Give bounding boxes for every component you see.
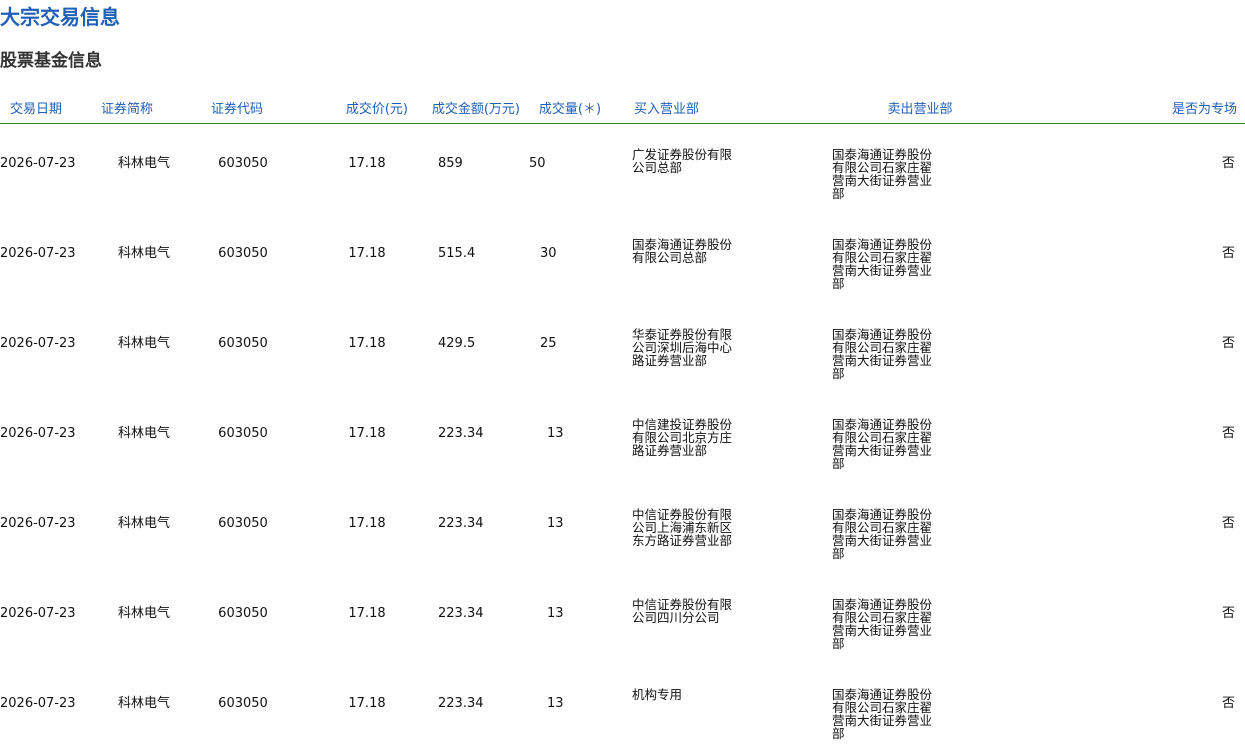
cell-amount: 223.34 bbox=[438, 696, 484, 711]
cell-volume: 13 bbox=[547, 696, 564, 711]
section-title: 股票基金信息 bbox=[0, 51, 102, 71]
cell-price: 17.18 bbox=[348, 426, 386, 441]
cell-code: 603050 bbox=[218, 246, 268, 261]
header-seller[interactable]: 卖出营业部 bbox=[820, 92, 1020, 124]
cell-special: 否 bbox=[1221, 246, 1235, 261]
cell-name: 科林电气 bbox=[117, 516, 170, 531]
cell-special: 否 bbox=[1221, 426, 1235, 441]
table-row: 2026-07-23 科林电气 603050 17.18 515.4 30 国泰… bbox=[0, 214, 1245, 304]
header-code[interactable]: 证券代码 bbox=[182, 92, 292, 124]
cell-name: 科林电气 bbox=[117, 246, 170, 261]
header-price[interactable]: 成交价(元) bbox=[292, 92, 408, 124]
cell-special: 否 bbox=[1221, 516, 1235, 531]
cell-seller: 国泰海通证券股份有限公司石家庄翟营南大街证券营业部 bbox=[832, 237, 933, 291]
cell-price: 17.18 bbox=[348, 516, 386, 531]
cell-buyer: 国泰海通证券股份有限公司总部 bbox=[632, 237, 733, 265]
table-row: 2026-07-23 科林电气 603050 17.18 859 50 广发证券… bbox=[0, 124, 1245, 215]
cell-name: 科林电气 bbox=[117, 426, 170, 441]
page-title: 大宗交易信息 bbox=[0, 5, 120, 29]
header-special[interactable]: 是否为专场 bbox=[1020, 92, 1245, 124]
cell-seller: 国泰海通证券股份有限公司石家庄翟营南大街证券营业部 bbox=[832, 507, 933, 561]
cell-buyer: 中信证券股份有限公司四川分公司 bbox=[632, 597, 733, 625]
cell-buyer: 广发证券股份有限公司总部 bbox=[632, 147, 733, 175]
cell-volume: 13 bbox=[547, 426, 564, 441]
cell-amount: 223.34 bbox=[438, 606, 484, 621]
cell-name: 科林电气 bbox=[117, 606, 170, 621]
cell-buyer: 华泰证券股份有限公司深圳后海中心路证券营业部 bbox=[632, 327, 733, 368]
cell-date: 2026-07-23 bbox=[0, 696, 76, 711]
table-row: 2026-07-23 科林电气 603050 17.18 223.34 13 机… bbox=[0, 664, 1245, 754]
cell-seller: 国泰海通证券股份有限公司石家庄翟营南大街证券营业部 bbox=[832, 417, 933, 471]
cell-code: 603050 bbox=[218, 696, 268, 711]
cell-amount: 515.4 bbox=[438, 246, 476, 261]
table-header: 交易日期 证券简称 证券代码 成交价(元) 成交金额(万元) 成交量(＊) 买入… bbox=[0, 92, 1245, 124]
cell-seller: 国泰海通证券股份有限公司石家庄翟营南大街证券营业部 bbox=[832, 597, 933, 651]
cell-special: 否 bbox=[1221, 336, 1235, 351]
header-amount[interactable]: 成交金额(万元) bbox=[408, 92, 520, 124]
table-row: 2026-07-23 科林电气 603050 17.18 429.5 25 华泰… bbox=[0, 304, 1245, 394]
cell-price: 17.18 bbox=[348, 336, 386, 351]
table-row: 2026-07-23 科林电气 603050 17.18 223.34 13 中… bbox=[0, 574, 1245, 664]
cell-volume: 13 bbox=[547, 516, 564, 531]
table-body: 2026-07-23 科林电气 603050 17.18 859 50 广发证券… bbox=[0, 124, 1245, 754]
cell-seller: 国泰海通证券股份有限公司石家庄翟营南大街证券营业部 bbox=[832, 147, 933, 201]
cell-price: 17.18 bbox=[348, 606, 386, 621]
cell-buyer: 中信证券股份有限公司上海浦东新区东方路证券营业部 bbox=[632, 507, 733, 548]
cell-volume: 25 bbox=[540, 336, 557, 351]
cell-volume: 13 bbox=[547, 606, 564, 621]
cell-price: 17.18 bbox=[348, 696, 386, 711]
cell-seller: 国泰海通证券股份有限公司石家庄翟营南大街证券营业部 bbox=[832, 687, 933, 741]
header-row: 交易日期 证券简称 证券代码 成交价(元) 成交金额(万元) 成交量(＊) 买入… bbox=[0, 92, 1245, 124]
cell-volume: 30 bbox=[540, 246, 557, 261]
cell-price: 17.18 bbox=[348, 156, 386, 171]
cell-code: 603050 bbox=[218, 606, 268, 621]
cell-date: 2026-07-23 bbox=[0, 606, 76, 621]
cell-code: 603050 bbox=[218, 156, 268, 171]
header-volume[interactable]: 成交量(＊) bbox=[520, 92, 620, 124]
cell-date: 2026-07-23 bbox=[0, 246, 76, 261]
cell-code: 603050 bbox=[218, 516, 268, 531]
cell-special: 否 bbox=[1221, 156, 1235, 171]
cell-date: 2026-07-23 bbox=[0, 516, 76, 531]
cell-amount: 223.34 bbox=[438, 516, 484, 531]
header-name[interactable]: 证券简称 bbox=[72, 92, 182, 124]
cell-amount: 223.34 bbox=[438, 426, 484, 441]
cell-buyer: 机构专用 bbox=[632, 687, 683, 702]
cell-buyer: 中信建投证券股份有限公司北京方庄路证券营业部 bbox=[632, 417, 733, 458]
cell-date: 2026-07-23 bbox=[0, 156, 76, 171]
cell-code: 603050 bbox=[218, 426, 268, 441]
cell-code: 603050 bbox=[218, 336, 268, 351]
header-buyer[interactable]: 买入营业部 bbox=[620, 92, 820, 124]
table-row: 2026-07-23 科林电气 603050 17.18 223.34 13 中… bbox=[0, 394, 1245, 484]
cell-special: 否 bbox=[1221, 606, 1235, 621]
cell-name: 科林电气 bbox=[117, 696, 170, 711]
cell-name: 科林电气 bbox=[117, 156, 170, 171]
cell-price: 17.18 bbox=[348, 246, 386, 261]
cell-name: 科林电气 bbox=[117, 336, 170, 351]
header-date[interactable]: 交易日期 bbox=[0, 92, 72, 124]
cell-date: 2026-07-23 bbox=[0, 336, 76, 351]
block-trade-table: 交易日期 证券简称 证券代码 成交价(元) 成交金额(万元) 成交量(＊) 买入… bbox=[0, 92, 1245, 754]
cell-special: 否 bbox=[1221, 696, 1235, 711]
cell-amount: 859 bbox=[438, 156, 463, 171]
cell-date: 2026-07-23 bbox=[0, 426, 76, 441]
cell-amount: 429.5 bbox=[438, 336, 476, 351]
cell-seller: 国泰海通证券股份有限公司石家庄翟营南大街证券营业部 bbox=[832, 327, 933, 381]
cell-volume: 50 bbox=[529, 156, 546, 171]
table-row: 2026-07-23 科林电气 603050 17.18 223.34 13 中… bbox=[0, 484, 1245, 574]
